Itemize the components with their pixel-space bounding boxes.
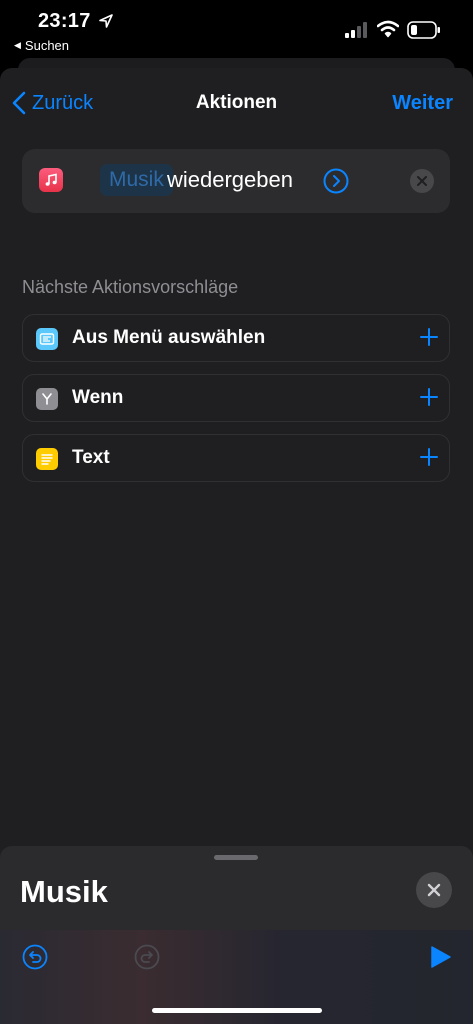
- status-bar: 23:17 ◀ Suchen: [0, 0, 473, 60]
- suggestion-label: Aus Menü auswählen: [72, 327, 266, 348]
- bottom-sheet: Musik: [0, 846, 473, 1024]
- next-button[interactable]: Weiter: [392, 92, 453, 115]
- add-icon[interactable]: [419, 387, 439, 407]
- close-icon: [427, 883, 441, 897]
- back-app-label: Suchen: [24, 38, 70, 53]
- music-note-icon: [39, 168, 63, 192]
- branch-icon: [36, 388, 58, 410]
- suggestion-label: Text: [72, 447, 110, 468]
- chevron-left-icon: [12, 91, 26, 115]
- chevron-circle-icon[interactable]: [323, 168, 349, 194]
- back-button[interactable]: Zurück: [12, 91, 93, 115]
- suggestion-label: Wenn: [72, 387, 124, 408]
- suggestion-text[interactable]: Text: [22, 434, 450, 482]
- screen: 23:17 ◀ Suchen Zurück Aktionen Weiter Mu…: [0, 0, 473, 1024]
- play-icon[interactable]: [430, 945, 452, 969]
- back-triangle-icon: ◀: [14, 40, 21, 50]
- menu-icon: [36, 328, 58, 350]
- undo-icon[interactable]: [22, 944, 48, 970]
- location-arrow-icon: [99, 14, 113, 28]
- suggestion-choose-from-menu[interactable]: Aus Menü auswählen: [22, 314, 450, 362]
- wifi-icon: [377, 20, 399, 38]
- redo-icon[interactable]: [134, 944, 160, 970]
- sheet-title: Musik: [20, 874, 108, 909]
- action-verb: wiedergeben: [167, 167, 293, 192]
- text-lines-icon: [36, 448, 58, 470]
- editor-toolbar: [0, 930, 473, 1024]
- suggestions-header: Nächste Aktionsvorschläge: [22, 277, 239, 297]
- battery-icon: [407, 21, 440, 39]
- close-button[interactable]: [416, 872, 452, 908]
- clear-icon[interactable]: [410, 169, 434, 193]
- sheet-grabber[interactable]: [214, 855, 258, 860]
- add-icon[interactable]: [419, 327, 439, 347]
- home-indicator: [152, 1008, 322, 1013]
- back-to-app-link[interactable]: ◀ Suchen: [14, 38, 69, 53]
- suggestion-if[interactable]: Wenn: [22, 374, 450, 422]
- status-time: 23:17: [38, 10, 91, 32]
- action-card-play-music[interactable]: Musik wiedergeben: [22, 149, 450, 213]
- add-icon[interactable]: [419, 447, 439, 467]
- music-parameter-token[interactable]: Musik: [100, 164, 173, 196]
- cellular-signal-icon: [345, 22, 367, 38]
- back-label: Zurück: [32, 91, 94, 114]
